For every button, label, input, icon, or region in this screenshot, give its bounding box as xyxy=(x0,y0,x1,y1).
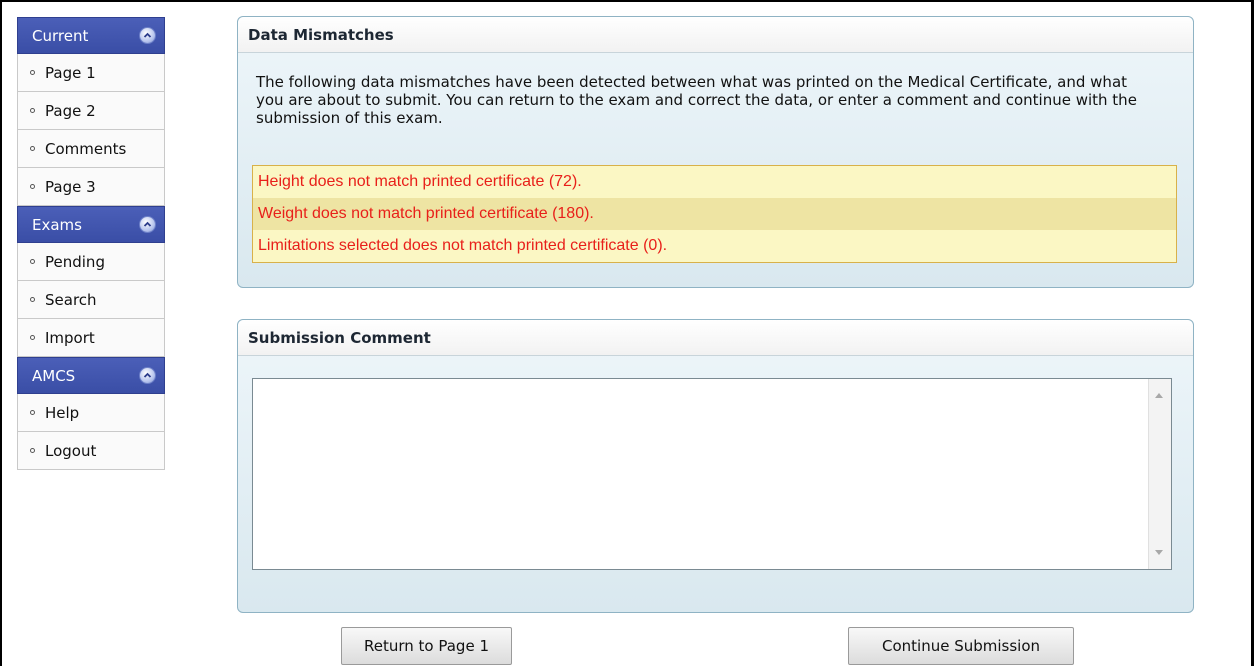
sidebar-section-title: Exams xyxy=(32,216,82,234)
sidebar-section-amcs-header[interactable]: AMCS xyxy=(17,357,165,394)
sidebar-section-current-header[interactable]: Current xyxy=(17,17,165,54)
bullet-icon xyxy=(30,184,35,189)
bullet-icon xyxy=(30,146,35,151)
sidebar-item-search[interactable]: Search xyxy=(17,281,165,319)
sidebar-item-label: Page 2 xyxy=(45,101,96,120)
sidebar-item-comments[interactable]: Comments xyxy=(17,130,165,168)
comment-text-value[interactable] xyxy=(257,383,1147,565)
sidebar-item-help[interactable]: Help xyxy=(17,394,165,432)
sidebar-item-label: Logout xyxy=(45,441,97,460)
mismatch-list: Height does not match printed certificat… xyxy=(252,165,1177,263)
window-border-left xyxy=(0,0,2,666)
comment-scrollbar[interactable] xyxy=(1148,379,1171,569)
sidebar-nav: Current Page 1 Page 2 Comments Page 3 Ex… xyxy=(17,17,165,470)
sidebar-item-import[interactable]: Import xyxy=(17,319,165,357)
bullet-icon xyxy=(30,410,35,415)
sidebar-item-page-1[interactable]: Page 1 xyxy=(17,54,165,92)
bullet-icon xyxy=(30,108,35,113)
sidebar-item-label: Page 1 xyxy=(45,63,96,82)
sidebar-item-page-3[interactable]: Page 3 xyxy=(17,168,165,206)
sidebar-section-exams-header[interactable]: Exams xyxy=(17,206,165,243)
data-mismatches-panel: Data Mismatches The following data misma… xyxy=(237,16,1194,288)
scroll-down-arrow-icon[interactable] xyxy=(1155,550,1163,555)
sidebar-item-label: Help xyxy=(45,403,80,422)
collapse-up-icon[interactable] xyxy=(139,27,156,44)
sidebar-item-label: Pending xyxy=(45,252,105,271)
mismatch-item-height: Height does not match printed certificat… xyxy=(253,166,1176,198)
bullet-icon xyxy=(30,259,35,264)
sidebar-item-page-2[interactable]: Page 2 xyxy=(17,92,165,130)
sidebar-item-label: Import xyxy=(45,328,95,347)
bullet-icon xyxy=(30,335,35,340)
sidebar-item-logout[interactable]: Logout xyxy=(17,432,165,470)
mismatch-intro-text: The following data mismatches have been … xyxy=(256,73,1137,127)
bullet-icon xyxy=(30,297,35,302)
submission-comment-panel: Submission Comment xyxy=(237,319,1194,613)
sidebar-item-pending[interactable]: Pending xyxy=(17,243,165,281)
sidebar-item-label: Search xyxy=(45,290,97,309)
window-border-top xyxy=(0,0,1254,2)
continue-submission-button[interactable]: Continue Submission xyxy=(848,627,1074,665)
bullet-icon xyxy=(30,70,35,75)
sidebar-item-label: Comments xyxy=(45,139,127,158)
data-mismatches-title: Data Mismatches xyxy=(238,17,1193,53)
submission-comment-title: Submission Comment xyxy=(238,320,1193,356)
sidebar-section-title: AMCS xyxy=(32,367,76,385)
mismatch-item-weight: Weight does not match printed certificat… xyxy=(253,198,1176,230)
collapse-up-icon[interactable] xyxy=(139,216,156,233)
scroll-up-arrow-icon[interactable] xyxy=(1155,393,1163,398)
sidebar-section-title: Current xyxy=(32,27,89,45)
mismatch-item-limitations: Limitations selected does not match prin… xyxy=(253,230,1176,262)
submission-comment-textarea[interactable] xyxy=(252,378,1172,570)
bullet-icon xyxy=(30,448,35,453)
sidebar-item-label: Page 3 xyxy=(45,177,96,196)
return-to-page-1-button[interactable]: Return to Page 1 xyxy=(341,627,512,665)
collapse-up-icon[interactable] xyxy=(139,367,156,384)
